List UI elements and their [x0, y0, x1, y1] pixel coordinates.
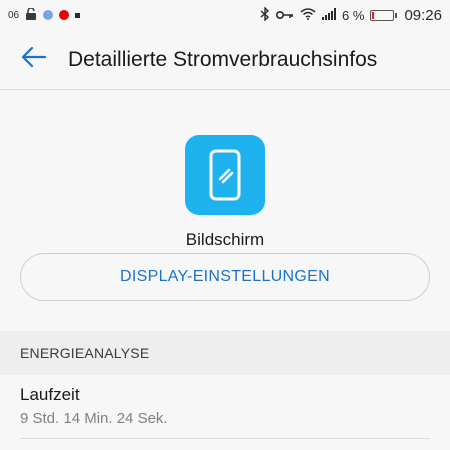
- divider: [20, 438, 430, 439]
- back-button[interactable]: [0, 30, 68, 90]
- status-time: 09:26: [404, 6, 442, 24]
- lock-open-icon: [25, 6, 37, 23]
- wifi-icon: [300, 7, 316, 23]
- page-title: Detaillierte Stromverbrauchsinfos: [68, 47, 378, 71]
- battery-percent-text: 6 %: [342, 7, 365, 23]
- display-settings-button[interactable]: DISPLAY-EINSTELLUNGEN: [20, 253, 430, 301]
- app-bar: Detaillierte Stromverbrauchsinfos: [0, 30, 450, 90]
- signal-icon: [322, 7, 337, 23]
- vodafone-icon: [59, 10, 70, 20]
- arrow-back-icon: [21, 46, 47, 73]
- list-item-subtitle: 9 Std. 14 Min. 24 Sek.: [20, 410, 168, 427]
- list-item-runtime[interactable]: Laufzeit 9 Std. 14 Min. 24 Sek.: [0, 375, 450, 440]
- notification-dot-icon: [75, 12, 81, 18]
- bluetooth-icon: [260, 5, 270, 24]
- messenger-icon: [43, 10, 54, 20]
- status-bar: 06 6 % 09:26: [0, 0, 450, 30]
- battery-low-icon: [370, 9, 398, 21]
- key-icon: [276, 8, 294, 23]
- phone-display-icon: [185, 135, 265, 215]
- status-right-group: 6 % 09:26: [260, 5, 442, 24]
- list-item-title: Laufzeit: [20, 385, 80, 404]
- section-header-energy-analysis: ENERGIEANALYSE: [0, 331, 450, 375]
- app-name: Bildschirm: [185, 230, 265, 249]
- status-left-group: 06: [8, 6, 81, 23]
- status-small-text: 06: [8, 9, 20, 21]
